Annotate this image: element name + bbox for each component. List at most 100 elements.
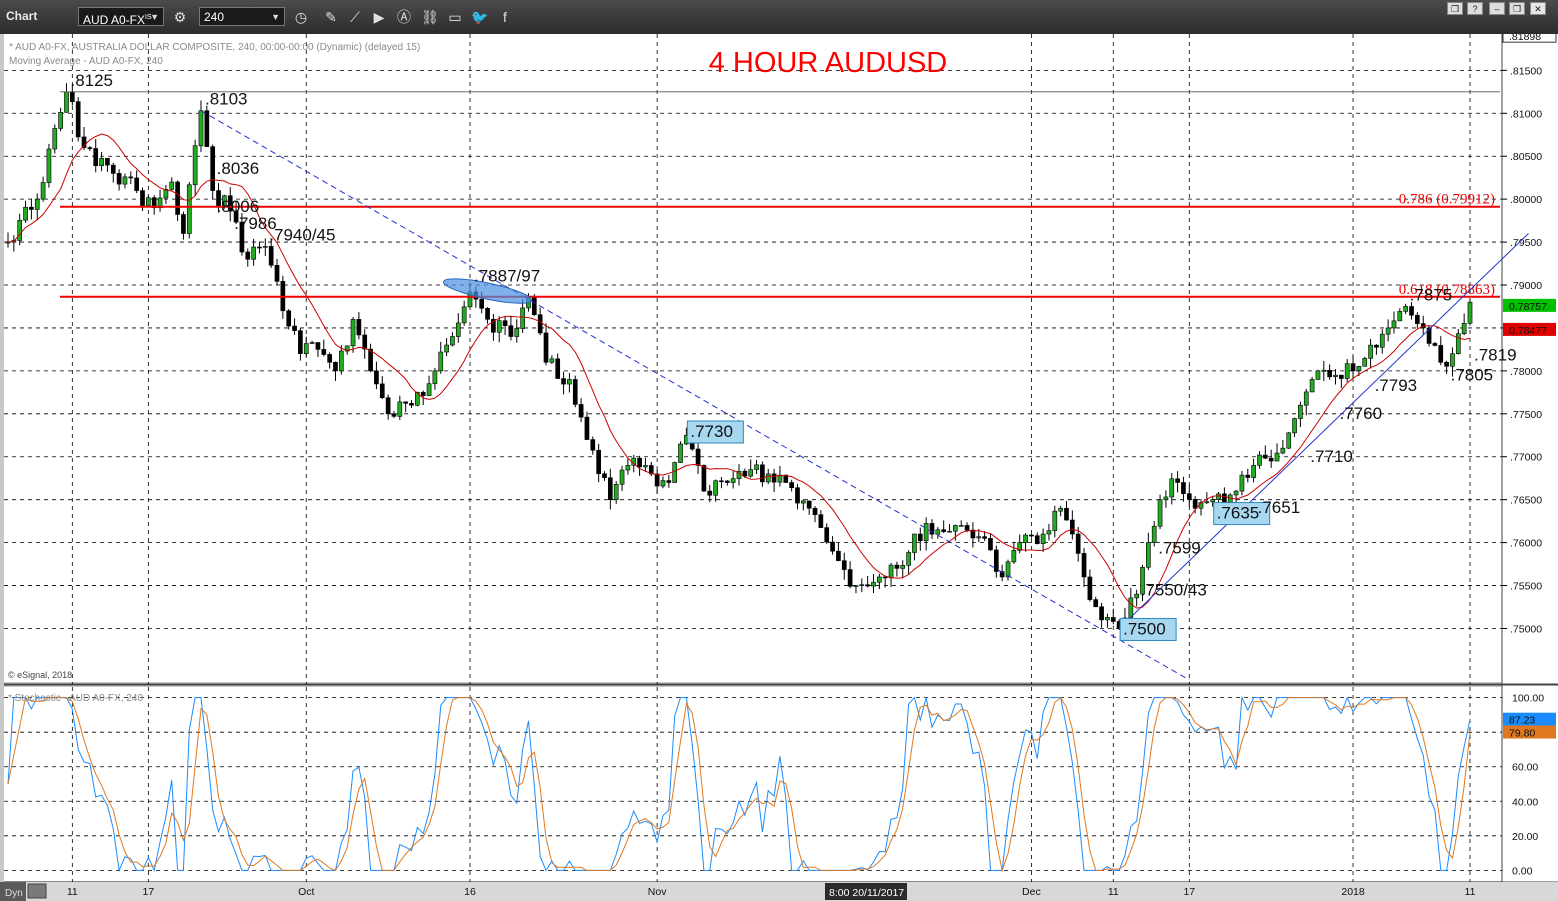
candle-body — [859, 584, 865, 586]
candle-body — [976, 536, 982, 539]
price-annotation: .8103 — [205, 90, 248, 109]
candle-body — [1455, 333, 1461, 355]
candle-body — [812, 507, 818, 515]
settings-icon[interactable]: ⚙ — [171, 8, 189, 26]
candle-body — [1432, 343, 1438, 346]
price-panel[interactable] — [4, 34, 1502, 682]
candle-body — [356, 319, 362, 336]
candle-body — [1415, 314, 1420, 324]
price-annotation: .7805 — [1451, 366, 1494, 385]
candle-body — [496, 320, 502, 333]
candle-body — [1023, 534, 1028, 543]
candle-body — [1163, 496, 1169, 500]
price-axis-label: .75000 — [1510, 623, 1542, 635]
candle-body — [257, 246, 262, 249]
help-button[interactable]: ? — [1467, 2, 1483, 15]
candle-body — [1064, 507, 1069, 521]
candle-body — [1081, 553, 1087, 578]
candle-body — [520, 307, 525, 329]
candle-body — [192, 145, 198, 186]
candle-body — [1262, 454, 1268, 459]
candle-body — [409, 403, 414, 406]
candle-body — [87, 147, 93, 149]
candle-body — [953, 525, 958, 532]
price-annotation: .7793 — [1375, 376, 1418, 395]
candle-body — [935, 529, 941, 535]
candle-body — [52, 128, 58, 150]
candle-body — [1374, 344, 1379, 348]
close-button[interactable]: ✕ — [1530, 2, 1546, 15]
price-axis-label: .80000 — [1510, 194, 1542, 206]
pencil-icon[interactable]: ✎ — [322, 8, 340, 26]
chart-area[interactable]: .81500.81000.80500.80000.79500.79000.785… — [0, 34, 1558, 901]
play-icon[interactable]: ▶ — [370, 8, 388, 26]
price-annotation: .7710 — [1310, 447, 1353, 466]
candle-body — [368, 348, 373, 372]
candle-body — [514, 328, 520, 337]
candle-body — [660, 480, 666, 487]
price-axis-top-label: .81898 — [1509, 34, 1541, 43]
price-tag-label: 0.78757 — [1509, 301, 1547, 313]
candle-body — [760, 464, 765, 483]
candle-body — [379, 383, 385, 399]
candle-body — [1175, 478, 1180, 483]
candle-body — [1251, 465, 1256, 478]
comment-icon[interactable]: ▭ — [446, 8, 464, 26]
chevron-down-icon[interactable]: ▼ — [150, 8, 159, 27]
restore-button[interactable]: ❐ — [1447, 2, 1463, 15]
candle-body — [824, 527, 830, 543]
price-axis-label: .81000 — [1510, 108, 1542, 120]
time-axis-label: Oct — [298, 886, 314, 898]
candle-body — [309, 342, 315, 344]
candle-body — [1409, 306, 1414, 316]
candle-body — [1344, 363, 1350, 379]
interval-input[interactable]: 240 ▼ — [199, 7, 285, 26]
candle-body — [613, 484, 619, 500]
candle-body — [1181, 482, 1186, 494]
candle-body — [146, 197, 151, 206]
candle-body — [262, 246, 268, 248]
candle-body — [321, 349, 327, 355]
candle-body — [204, 110, 210, 147]
symbol-input[interactable]: AUD A0-FXIS ▼ — [78, 7, 164, 27]
stoch-axis-label: 100.00 — [1512, 693, 1544, 705]
time-axis-label: Nov — [648, 886, 667, 898]
candle-body — [958, 525, 964, 527]
maximize-button[interactable]: ❐ — [1509, 2, 1525, 15]
candle-body — [917, 533, 923, 542]
candle-body — [707, 490, 713, 496]
price-axis-label: .79000 — [1510, 280, 1542, 292]
price-panel-header: * AUD A0-FX, AUSTRALIA DOLLAR COMPOSITE,… — [9, 42, 420, 53]
line-icon[interactable]: ⟋ — [346, 8, 364, 26]
clock-icon[interactable]: ◷ — [292, 8, 310, 26]
candle-body — [900, 565, 906, 569]
stoch-value-label: 87.23 — [1509, 715, 1535, 727]
dyn-toggle-icon[interactable] — [27, 883, 47, 899]
candle-body — [602, 473, 607, 479]
minimize-button[interactable]: – — [1489, 2, 1505, 15]
candle-body — [1087, 576, 1093, 600]
candle-body — [450, 336, 455, 346]
candle-body — [941, 529, 947, 532]
stochastic-panel[interactable] — [4, 687, 1502, 881]
candle-body — [1438, 345, 1444, 363]
link-icon[interactable]: ⛓ — [421, 8, 439, 26]
facebook-icon[interactable]: f — [496, 8, 514, 26]
candle-body — [286, 310, 292, 327]
alert-icon[interactable]: Ⓐ — [395, 8, 413, 26]
candle-body — [1192, 499, 1198, 509]
candle-body — [1151, 525, 1157, 543]
candle-body — [619, 469, 625, 485]
stoch-axis-label: 60.00 — [1512, 762, 1538, 774]
candle-body — [502, 320, 508, 327]
candle-body — [1321, 369, 1327, 372]
candle-body — [34, 198, 40, 210]
price-annotation: .7550/43 — [1141, 581, 1207, 600]
candle-body — [1210, 499, 1216, 503]
candle-body — [1128, 597, 1134, 619]
twitter-icon[interactable]: 🐦 — [471, 8, 489, 26]
candle-body — [1461, 323, 1467, 334]
chevron-down-icon[interactable]: ▼ — [271, 8, 280, 27]
candle-body — [906, 552, 911, 566]
candle-body — [555, 358, 561, 379]
